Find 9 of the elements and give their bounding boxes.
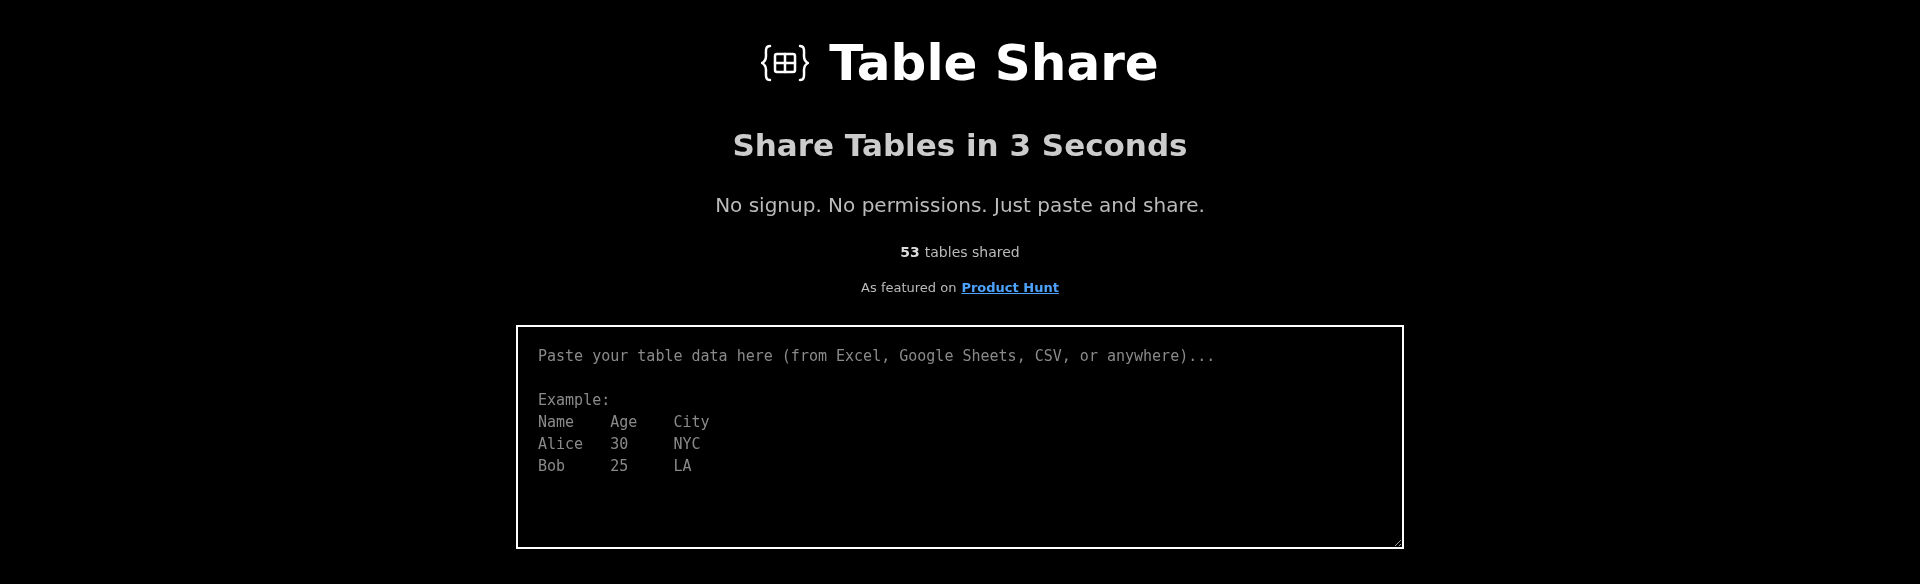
product-hunt-link[interactable]: Product Hunt	[961, 281, 1059, 294]
headline: Share Tables in 3 Seconds	[732, 130, 1188, 161]
table-braces-icon	[761, 43, 810, 83]
tagline: No signup. No permissions. Just paste and share.	[715, 195, 1205, 215]
shared-label: tables shared	[924, 245, 1020, 259]
shared-count: 53	[900, 245, 920, 259]
app-title: Table Share	[829, 38, 1159, 88]
featured-text: As featured on	[861, 281, 957, 294]
table-input-field[interactable]: Paste your table data here (from Excel, Google Sheets, CSV, or anywhere)... Example: Name Age City Alice 30 NYC Bob 25 LA	[516, 325, 1404, 549]
